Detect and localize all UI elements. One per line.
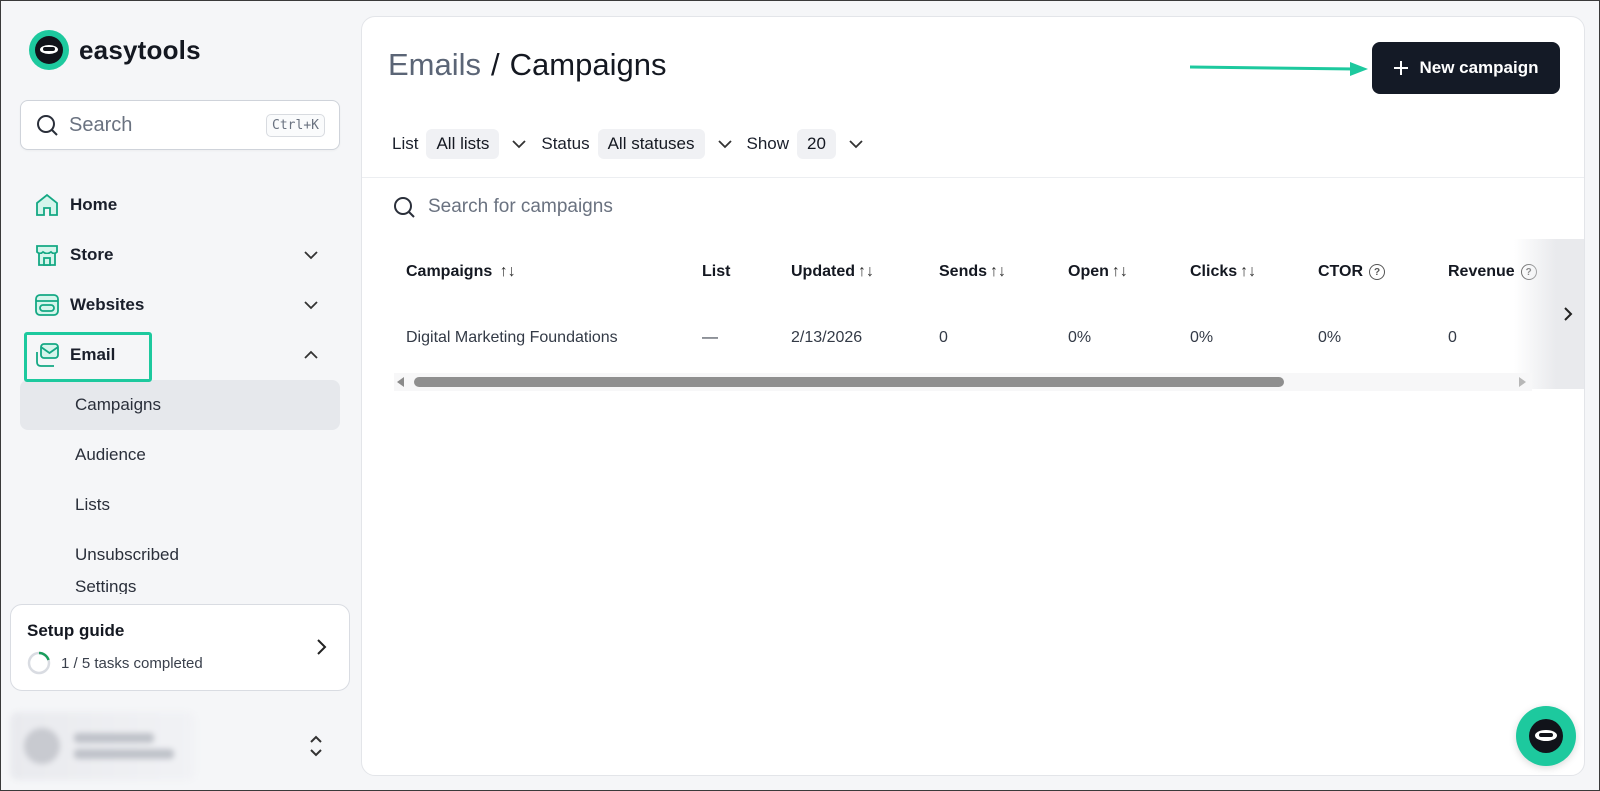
chevron-down-icon[interactable] <box>848 136 864 152</box>
filter-list-label: List <box>392 134 419 153</box>
chevron-down-icon <box>302 296 320 314</box>
cell-campaign[interactable]: Digital Marketing Foundations <box>406 305 618 371</box>
table-row[interactable]: Digital Marketing Foundations — 2/13/202… <box>392 305 1584 371</box>
setup-guide-card[interactable]: Setup guide 1 / 5 tasks completed <box>10 604 350 691</box>
sort-icon[interactable]: ↑↓ <box>495 263 516 281</box>
sidebar-item-label: Websites <box>70 295 145 314</box>
search-icon <box>37 115 58 136</box>
main-panel: Emails / Campaigns New campaign List All… <box>361 16 1585 776</box>
horizontal-scrollbar[interactable] <box>394 373 1532 391</box>
home-icon <box>34 192 60 218</box>
sidebar-item-email[interactable]: Email <box>20 330 340 382</box>
sidebar-item-store[interactable]: Store <box>20 230 340 280</box>
breadcrumb: Emails / Campaigns <box>388 47 666 83</box>
search-icon <box>394 197 415 218</box>
account-info-blurred <box>10 712 195 780</box>
filter-show-select[interactable]: 20 <box>797 129 836 159</box>
websites-icon <box>34 292 60 318</box>
cell-ctor: 0% <box>1318 329 1342 346</box>
chevron-down-icon <box>302 246 320 264</box>
column-header-clicks[interactable]: Clicks ↑↓ <box>1190 239 1256 305</box>
cell-updated: 2/13/2026 <box>791 329 863 346</box>
column-header-sends[interactable]: Sends ↑↓ <box>939 239 1006 305</box>
cell-open: 0% <box>1068 329 1092 346</box>
column-header-list: List <box>702 263 731 280</box>
sidebar-item-label: Store <box>70 245 114 264</box>
divider <box>362 177 1584 178</box>
email-icon <box>34 342 60 368</box>
sort-icon[interactable]: ↑↓ <box>858 263 874 281</box>
breadcrumb-separator: / <box>491 47 500 82</box>
sort-icon[interactable]: ↑↓ <box>1240 263 1256 281</box>
chevron-right-icon <box>1564 307 1573 321</box>
new-campaign-label: New campaign <box>1419 58 1539 77</box>
account-switcher[interactable] <box>10 712 350 780</box>
sidebar-item-label: Home <box>70 195 118 214</box>
sort-icon[interactable]: ↑↓ <box>1112 263 1128 281</box>
sidebar-subitem-settings[interactable]: Settings <box>20 580 340 594</box>
chevron-up-icon <box>302 346 320 364</box>
campaign-search-input[interactable]: Search for campaigns <box>428 196 613 218</box>
brand[interactable]: easytools <box>29 30 201 70</box>
filter-show-label: Show <box>746 134 790 153</box>
brand-name: easytools <box>79 34 201 65</box>
scroll-right-arrow-icon[interactable] <box>1519 377 1526 387</box>
setup-guide-progress: 1 / 5 tasks completed <box>61 654 203 672</box>
sidebar-subitem-audience[interactable]: Audience <box>20 430 340 480</box>
campaign-search[interactable]: Search for campaigns <box>392 195 613 219</box>
sidebar-nav: Home Store Websites Email Campaigns Audi… <box>20 180 340 594</box>
table-header: Campaigns ↑↓ List Updated ↑↓ Sends ↑↓ Open… <box>392 239 1584 305</box>
filter-status-label: Status <box>541 134 590 153</box>
column-header-campaigns[interactable]: Campaigns ↑↓ <box>406 239 516 305</box>
campaigns-table: Campaigns ↑↓ List Updated ↑↓ Sends ↑↓ Open… <box>392 239 1584 371</box>
cell-revenue: 0 <box>1448 329 1457 346</box>
easytools-logo-icon <box>29 30 69 70</box>
sidebar-subitem-lists[interactable]: Lists <box>20 480 340 530</box>
sloth-icon <box>1529 719 1563 753</box>
cell-sends: 0 <box>939 329 948 346</box>
sidebar-subitem-unsubscribed[interactable]: Unsubscribed <box>20 530 340 580</box>
chevron-down-icon[interactable] <box>717 136 733 152</box>
sidebar: easytools Search Ctrl+K Home Store Websi… <box>0 0 360 791</box>
page-title: Campaigns <box>509 47 667 82</box>
plus-icon <box>1394 61 1409 75</box>
sidebar-subitem-campaigns[interactable]: Campaigns <box>20 380 340 430</box>
sidebar-item-websites[interactable]: Websites <box>20 280 340 330</box>
column-header-updated[interactable]: Updated ↑↓ <box>791 239 874 305</box>
scroll-left-arrow-icon[interactable] <box>397 377 404 387</box>
breadcrumb-parent[interactable]: Emails <box>388 47 481 83</box>
filter-status-select[interactable]: All statuses <box>597 129 705 159</box>
sidebar-item-label: Email <box>70 345 116 364</box>
chevron-right-icon <box>315 637 329 662</box>
scrollbar-thumb[interactable] <box>414 377 1284 387</box>
progress-ring-icon <box>27 651 51 675</box>
chevron-up-down-icon[interactable] <box>308 734 324 763</box>
store-icon <box>34 242 60 268</box>
cell-list: — <box>702 329 718 346</box>
help-icon[interactable]: ? <box>1369 264 1386 280</box>
sidebar-item-home[interactable]: Home <box>20 180 340 230</box>
new-campaign-button[interactable]: New campaign <box>1372 42 1560 94</box>
cell-clicks: 0% <box>1190 329 1214 346</box>
scroll-right-button[interactable] <box>1514 239 1584 389</box>
setup-guide-title: Setup guide <box>27 621 125 640</box>
sort-icon[interactable]: ↑↓ <box>990 263 1006 281</box>
search-label: Search <box>69 113 133 136</box>
chevron-down-icon[interactable] <box>511 136 527 152</box>
sidebar-search[interactable]: Search Ctrl+K <box>20 100 340 150</box>
column-header-ctor: CTOR? <box>1318 239 1386 305</box>
filter-bar: List All lists Status All statuses Show … <box>392 129 878 159</box>
filter-list-select[interactable]: All lists <box>426 129 500 159</box>
column-header-open[interactable]: Open ↑↓ <box>1068 239 1128 305</box>
chat-widget-button[interactable] <box>1516 706 1576 766</box>
search-shortcut: Ctrl+K <box>266 113 325 137</box>
pointer-arrow-annotation <box>1190 62 1368 76</box>
